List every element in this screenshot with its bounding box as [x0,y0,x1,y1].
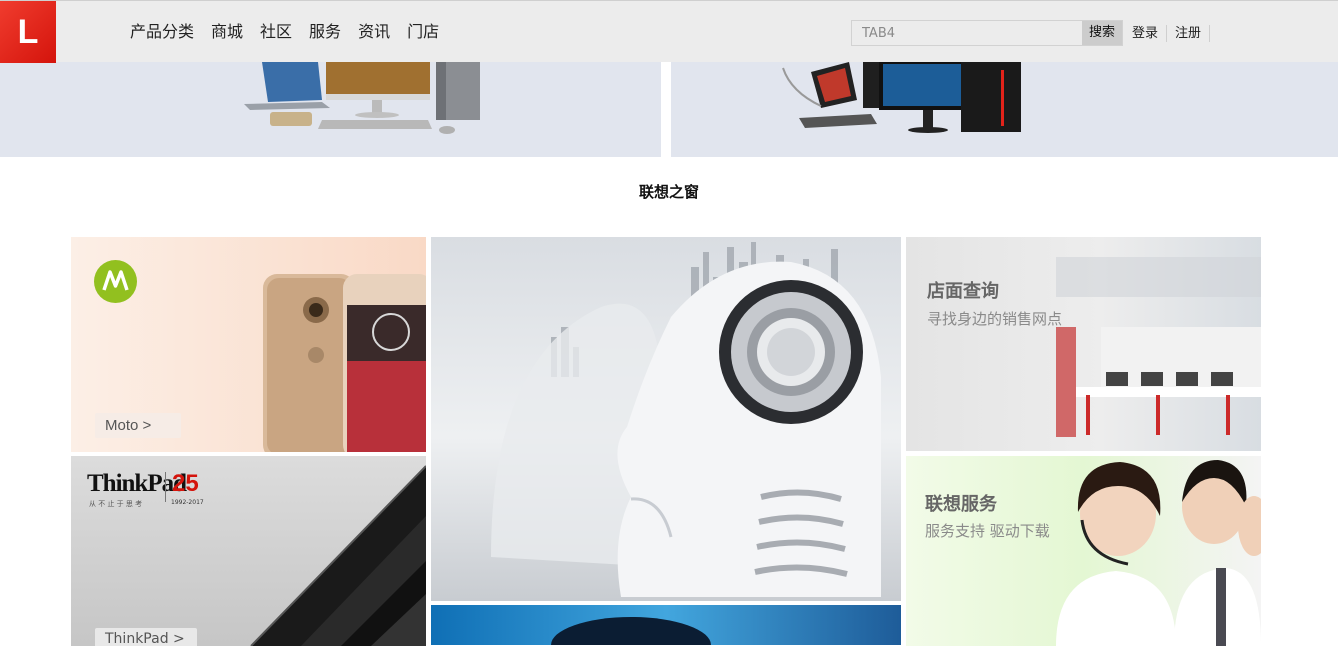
tile-robot-feature[interactable] [431,237,901,601]
login-link[interactable]: 登录 [1132,26,1166,42]
nav-item-stores[interactable]: 门店 [407,21,439,43]
nav-item-community[interactable]: 社区 [260,21,292,43]
search-input[interactable] [852,21,1102,45]
moto-button[interactable]: Moto > [95,413,181,438]
store-locator-subtitle: 寻找身边的销售网点 [927,310,1063,328]
nav-item-news[interactable]: 资讯 [358,21,390,43]
anniversary-years: 1992-2017 [171,499,204,506]
banner-workstations[interactable] [671,62,1338,157]
desktop-products-image [244,62,480,134]
service-title: 联想服务 [925,494,997,515]
tile-moto[interactable]: Moto > [71,237,426,452]
blue-feature-image [551,617,711,645]
thinkpad-tagline: 从 不 止 于 思 考 [89,500,143,508]
tile-blue-feature[interactable] [431,605,901,645]
divider [165,472,166,502]
nav-item-service[interactable]: 服务 [309,21,341,43]
thinkpad-button[interactable]: ThinkPad > [95,628,197,646]
nav-item-product-categories[interactable]: 产品分类 [130,21,194,43]
section-title: 联想之窗 [638,183,699,201]
store-locator-title: 店面查询 [927,281,999,302]
service-agents-image [1056,460,1261,646]
tile-store-locator[interactable]: 店面查询 寻找身边的销售网点 [906,237,1261,451]
tile-service[interactable]: 联想服务 服务支持 驱动下载 [906,456,1261,646]
lenovo-logo[interactable]: L [0,1,56,63]
anniversary-badge: 25 [172,470,199,497]
service-subtitle: 服务支持 驱动下载 [925,522,1050,540]
robot-head-image [491,242,881,597]
workstation-products-image [782,62,1021,133]
banner-desktops[interactable] [0,62,661,157]
nav-item-shop[interactable]: 商城 [211,21,243,43]
top-navigation-bar: L 产品分类 商城 社区 服务 资讯 门店 搜索 登录 注册 [0,0,1338,63]
divider [1209,25,1211,42]
search-box: 搜索 [851,20,1123,46]
tile-thinkpad[interactable]: ThinkPad 25 1992-2017 从 不 止 于 思 考 ThinkP… [71,456,426,646]
motorola-logo-icon [94,260,137,303]
register-link[interactable]: 注册 [1167,26,1209,42]
store-interior-image [1056,257,1261,437]
main-nav: 产品分类 商城 社区 服务 资讯 门店 [130,21,456,43]
search-button[interactable]: 搜索 [1082,21,1122,45]
user-links: 登录 注册 [1132,25,1211,42]
